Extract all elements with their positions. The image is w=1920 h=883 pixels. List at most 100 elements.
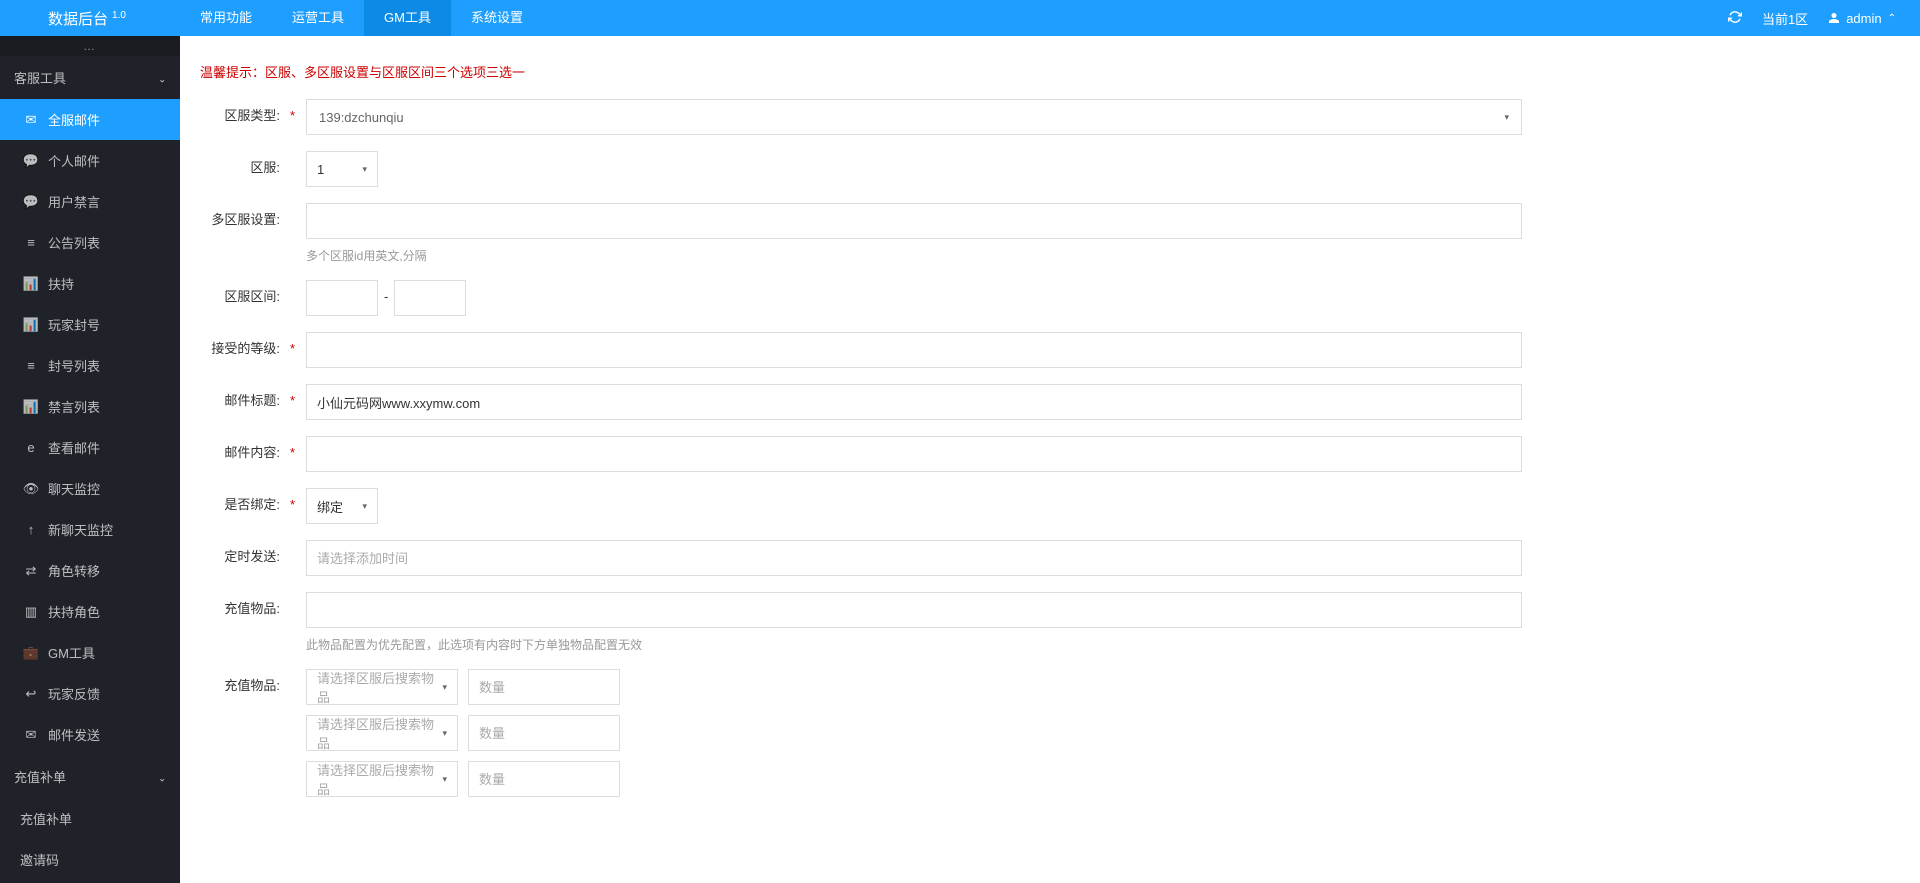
required-mark: * bbox=[290, 99, 296, 123]
chevron-down-icon: ▾ bbox=[442, 774, 447, 785]
sidebar-group-recharge[interactable]: 充值补单 ⌃ bbox=[0, 755, 180, 798]
sidebar-item[interactable]: 💬 个人邮件 bbox=[0, 140, 180, 181]
sidebar-item[interactable]: 💬 用户禁言 bbox=[0, 181, 180, 222]
item-qty-input[interactable] bbox=[468, 669, 620, 705]
sidebar: … 客服工具 ⌃ ✉全服邮件💬个人邮件💬用户禁言≡公告列表📊扶持📊玩家封号≡封号… bbox=[0, 36, 180, 883]
mail-content-input[interactable] bbox=[306, 436, 1522, 472]
required-mark: * bbox=[290, 436, 296, 460]
menu-icon: 💬 bbox=[24, 153, 38, 169]
current-zone[interactable]: 当前1区 bbox=[1762, 9, 1808, 28]
required-mark: * bbox=[290, 488, 296, 512]
sidebar-item-label: 邮件发送 bbox=[48, 725, 100, 744]
multi-server-input[interactable] bbox=[306, 203, 1522, 239]
sidebar-group-kefu[interactable]: 客服工具 ⌃ bbox=[0, 56, 180, 99]
range-separator: - bbox=[384, 280, 388, 304]
label-accept-level: 接受的等级: bbox=[200, 332, 280, 357]
sidebar-item-label: 扶持 bbox=[48, 274, 74, 293]
menu-icon: ↑ bbox=[24, 522, 38, 537]
chevron-down-icon: ⌃ bbox=[158, 72, 166, 83]
sidebar-item-label: 玩家封号 bbox=[48, 315, 100, 334]
sidebar-item[interactable]: 充值补单 bbox=[0, 798, 180, 839]
chevron-down-icon: ▾ bbox=[442, 682, 447, 693]
sidebar-item[interactable]: 💼 GM工具 bbox=[0, 632, 180, 673]
multi-server-hint: 多个区服id用英文,分隔 bbox=[306, 247, 1522, 264]
menu-icon: ✉ bbox=[24, 727, 38, 743]
sidebar-item-label: 禁言列表 bbox=[48, 397, 100, 416]
recharge-item-cfg-input[interactable] bbox=[306, 592, 1522, 628]
sidebar-item[interactable]: 👁聊天监控 bbox=[0, 468, 180, 509]
server-range-from[interactable] bbox=[306, 280, 378, 316]
chevron-down-icon: ▾ bbox=[442, 728, 447, 739]
sidebar-item[interactable]: e 查看邮件 bbox=[0, 427, 180, 468]
sidebar-item[interactable]: 📊 禁言列表 bbox=[0, 386, 180, 427]
menu-icon: 💬 bbox=[24, 194, 38, 210]
sidebar-item-label: 充值补单 bbox=[20, 809, 72, 828]
sidebar-item-label: 邀请码 bbox=[20, 850, 59, 869]
sidebar-item[interactable]: ↑新聊天监控 bbox=[0, 509, 180, 550]
is-bind-select[interactable]: 绑定 ▾ bbox=[306, 488, 378, 524]
sidebar-item[interactable]: 邀请码 bbox=[0, 839, 180, 880]
sidebar-item[interactable]: 📊 扶持 bbox=[0, 263, 180, 304]
mail-title-input[interactable] bbox=[306, 384, 1522, 420]
refresh-icon[interactable] bbox=[1728, 10, 1742, 27]
sidebar-item[interactable]: ≡封号列表 bbox=[0, 345, 180, 386]
nav-settings[interactable]: 系统设置 bbox=[451, 0, 543, 36]
sidebar-item-label: 扶持角色 bbox=[48, 602, 100, 621]
user-menu[interactable]: admin ⌃ bbox=[1828, 11, 1896, 26]
label-is-bind: 是否绑定: bbox=[200, 488, 280, 513]
label-server-range: 区服区间: bbox=[200, 280, 280, 305]
nav-gm[interactable]: GM工具 bbox=[364, 0, 451, 36]
item-qty-input[interactable] bbox=[468, 715, 620, 751]
chevron-down-icon: ▾ bbox=[1504, 112, 1509, 123]
item-qty-input[interactable] bbox=[468, 761, 620, 797]
item-select[interactable]: 请选择区服后搜索物品▾ bbox=[306, 761, 458, 797]
menu-icon: ✉ bbox=[24, 112, 38, 128]
sidebar-item-label: 全服邮件 bbox=[48, 110, 100, 129]
item-select[interactable]: 请选择区服后搜索物品▾ bbox=[306, 669, 458, 705]
top-nav: 常用功能 运营工具 GM工具 系统设置 bbox=[180, 0, 543, 36]
sidebar-item[interactable]: 📊 玩家封号 bbox=[0, 304, 180, 345]
sidebar-item-label: 个人邮件 bbox=[48, 151, 100, 170]
menu-icon: 💼 bbox=[24, 645, 38, 661]
chevron-down-icon: ▾ bbox=[362, 164, 367, 175]
sidebar-item[interactable]: ▥扶持角色 bbox=[0, 591, 180, 632]
label-multi-server: 多区服设置: bbox=[200, 203, 280, 228]
label-mail-content: 邮件内容: bbox=[200, 436, 280, 461]
server-type-select[interactable]: 139:dzchunqiu ▾ bbox=[306, 99, 1522, 135]
main-content: 温馨提示：区服、多区服设置与区服区间三个选项三选一 区服类型: * 139:dz… bbox=[180, 36, 1920, 849]
sidebar-item[interactable]: ✉ 全服邮件 bbox=[0, 99, 180, 140]
menu-icon: ⇄ bbox=[24, 563, 38, 579]
sidebar-item[interactable]: ≡公告列表 bbox=[0, 222, 180, 263]
sidebar-item-label: GM工具 bbox=[48, 643, 95, 662]
menu-icon: ↩ bbox=[24, 686, 38, 702]
sidebar-item-label: 聊天监控 bbox=[48, 479, 100, 498]
sidebar-item[interactable]: ⇄ 角色转移 bbox=[0, 550, 180, 591]
required-mark: * bbox=[290, 332, 296, 356]
sidebar-item-label: 玩家反馈 bbox=[48, 684, 100, 703]
menu-icon: 📊 bbox=[24, 276, 38, 292]
menu-icon: 📊 bbox=[24, 399, 38, 415]
chevron-down-icon: ▾ bbox=[362, 501, 367, 512]
label-server-type: 区服类型: bbox=[200, 99, 280, 124]
item-select[interactable]: 请选择区服后搜索物品▾ bbox=[306, 715, 458, 751]
menu-icon: ≡ bbox=[24, 358, 38, 373]
nav-operation[interactable]: 运营工具 bbox=[272, 0, 364, 36]
sidebar-item-label: 公告列表 bbox=[48, 233, 100, 252]
form-warning: 温馨提示：区服、多区服设置与区服区间三个选项三选一 bbox=[200, 62, 1900, 81]
sidebar-collapse[interactable]: … bbox=[0, 36, 180, 56]
label-recharge-items: 充值物品: bbox=[200, 669, 280, 694]
label-server: 区服: bbox=[200, 151, 280, 176]
accept-level-input[interactable] bbox=[306, 332, 1522, 368]
menu-icon: e bbox=[24, 440, 38, 455]
server-range-to[interactable] bbox=[394, 280, 466, 316]
sidebar-item-label: 角色转移 bbox=[48, 561, 100, 580]
sidebar-item[interactable]: ↩ 玩家反馈 bbox=[0, 673, 180, 714]
menu-icon: 📊 bbox=[24, 317, 38, 333]
label-schedule: 定时发送: bbox=[200, 540, 280, 565]
sidebar-item[interactable]: ✉ 邮件发送 bbox=[0, 714, 180, 755]
sidebar-item-label: 用户禁言 bbox=[48, 192, 100, 211]
sidebar-item-label: 查看邮件 bbox=[48, 438, 100, 457]
schedule-input[interactable] bbox=[306, 540, 1522, 576]
server-select[interactable]: 1 ▾ bbox=[306, 151, 378, 187]
nav-common[interactable]: 常用功能 bbox=[180, 0, 272, 36]
